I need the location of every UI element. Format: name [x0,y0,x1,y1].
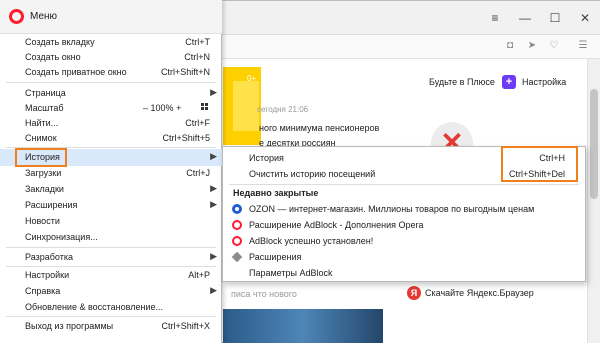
recent-item-extensions[interactable]: Расширения [223,249,585,265]
menu-item-label: Расширения [25,200,78,210]
menu-item-shortcut: Ctrl+Shift+X [161,321,210,331]
menu-item-snapshot[interactable]: Снимок Ctrl+Shift+5 [0,130,222,147]
menu-item-label: Масштаб [25,103,64,113]
menu-item-settings[interactable]: Настройки Alt+P [0,267,222,284]
menu-item-label: Страница [25,88,66,98]
camera-icon[interactable]: ◘ [503,39,517,53]
plus-label[interactable]: Будьте в Плюсе [429,77,495,87]
tab-menu-icon[interactable]: ≡ [487,10,503,26]
zoom-controls: – 100% + [143,103,181,113]
chevron-right-icon: ▶ [210,199,217,209]
plus-row[interactable]: Будьте в Плюсе + Настройка [429,75,589,91]
close-icon[interactable]: ✕ [577,10,593,26]
menu-item-exit[interactable]: Выход из программы Ctrl+Shift+X [0,318,222,335]
plus-icon[interactable]: + [502,75,516,89]
recent-item-adblock-addon[interactable]: Расширение AdBlock - Дополнения Opera [223,217,585,233]
zoom-out-button[interactable]: – [143,103,148,113]
menu-item-label: Закладки [25,184,64,194]
menu-item-sync[interactable]: Синхронизация... [0,229,222,246]
extensions-icon [231,251,243,263]
minimize-icon[interactable]: — [517,10,533,26]
scrollbar[interactable] [587,59,600,343]
maximize-icon[interactable]: ☐ [547,10,563,26]
menu-item-label: Разработка [25,252,73,262]
chevron-right-icon: ▶ [210,151,217,161]
menu-separator [6,82,216,83]
settings-label[interactable]: Настройка [522,77,566,87]
menu-item-label: Снимок [25,133,57,143]
submenu-item-label: История [249,153,284,163]
recent-item-label: AdBlock успешно установлен! [249,236,374,246]
menu-item-downloads[interactable]: Загрузки Ctrl+J [0,165,222,182]
menu-item-shortcut: Ctrl+Shift+N [160,67,210,77]
menu-header[interactable]: Меню [0,0,222,34]
chevron-right-icon: ▶ [210,285,217,295]
submenu-separator [229,184,579,185]
history-highlight-frame [15,148,67,167]
submenu-item-label: Очистить историю посещений [249,169,376,179]
menu-separator [6,247,216,248]
easy-setup-icon[interactable]: ☰ [576,39,590,53]
recent-item-adblock-installed[interactable]: AdBlock успешно установлен! [223,233,585,249]
scrollbar-thumb[interactable] [590,89,598,199]
menu-separator [6,316,216,317]
recently-closed-heading: Недавно закрытые [233,188,319,198]
menu-item-label: Создать приватное окно [25,67,127,77]
menu-item-label: Справка [25,286,61,296]
opera-icon [232,236,242,246]
menu-item-shortcut: Ctrl+J [186,168,210,178]
recent-item-ozon[interactable]: OZON — интернет-магазин. Миллионы товаро… [223,201,585,217]
news-headline-line-1[interactable]: ного минимума пенсионеров [259,123,379,133]
tile-label: 0+ [247,74,257,83]
opera-icon [232,220,242,230]
menu-item-label: Обновление & восстановление... [25,302,163,312]
recent-item-label: OZON — интернет-магазин. Миллионы товаро… [249,204,535,214]
menu-title: Меню [30,11,58,22]
promo-image[interactable] [223,309,383,343]
ozon-icon [232,204,242,214]
chevron-right-icon: ▶ [210,251,217,261]
menu-item-shortcut: Ctrl+N [184,52,210,62]
news-time: сегодня 21:06 [257,105,309,114]
heart-icon[interactable]: ♡ [547,39,561,53]
recent-item-label: Расширения [249,252,302,262]
menu-item-label: Создать окно [25,52,81,62]
promo-tile-inner [233,81,259,131]
menu-item-label: Настройки [25,270,70,280]
menu-item-shortcut: Ctrl+T [185,37,210,47]
menu-item-label: Загрузки [25,168,62,178]
yandex-icon: Я [407,286,421,300]
menu-item-label: Синхронизация... [25,232,98,242]
send-icon[interactable]: ➤ [525,39,539,53]
opera-logo-icon [9,9,24,24]
opera-main-menu: Меню Создать вкладку Ctrl+T Создать окно… [0,0,222,343]
menu-item-update-recovery[interactable]: Обновление & восстановление... [0,299,222,316]
shortcut-highlight-frame [501,146,578,182]
menu-item-extensions[interactable]: Расширения ▶ [0,197,222,214]
zoom-in-button[interactable]: + [176,103,181,113]
menu-item-news[interactable]: Новости [0,213,222,230]
menu-item-private-window[interactable]: Создать приватное окно Ctrl+Shift+N [0,64,222,81]
menu-item-help[interactable]: Справка ▶ [0,283,222,300]
zoom-value: 100% [150,103,174,113]
chevron-right-icon: ▶ [210,87,217,97]
menu-item-label: Выход из программы [25,321,114,331]
fullscreen-icon[interactable] [201,103,208,110]
yandex-label[interactable]: Скачайте Яндекс.Браузер [425,288,534,298]
recent-item-adblock-settings[interactable]: Параметры AdBlock [223,265,585,281]
menu-item-shortcut: Ctrl+F [185,118,210,128]
menu-item-shortcut: Ctrl+Shift+5 [162,133,210,143]
below-menu-text: писа что нового [231,289,297,299]
recent-item-label: Расширение AdBlock - Дополнения Opera [249,220,424,230]
menu-item-developer[interactable]: Разработка ▶ [0,249,222,266]
menu-item-bookmarks[interactable]: Закладки ▶ [0,181,222,198]
menu-item-label: Новости [25,216,60,226]
menu-item-shortcut: Alt+P [188,270,210,280]
recent-item-label: Параметры AdBlock [249,268,333,278]
menu-item-label: Создать вкладку [25,37,95,47]
menu-item-label: Найти... [25,118,59,128]
chevron-right-icon: ▶ [210,183,217,193]
